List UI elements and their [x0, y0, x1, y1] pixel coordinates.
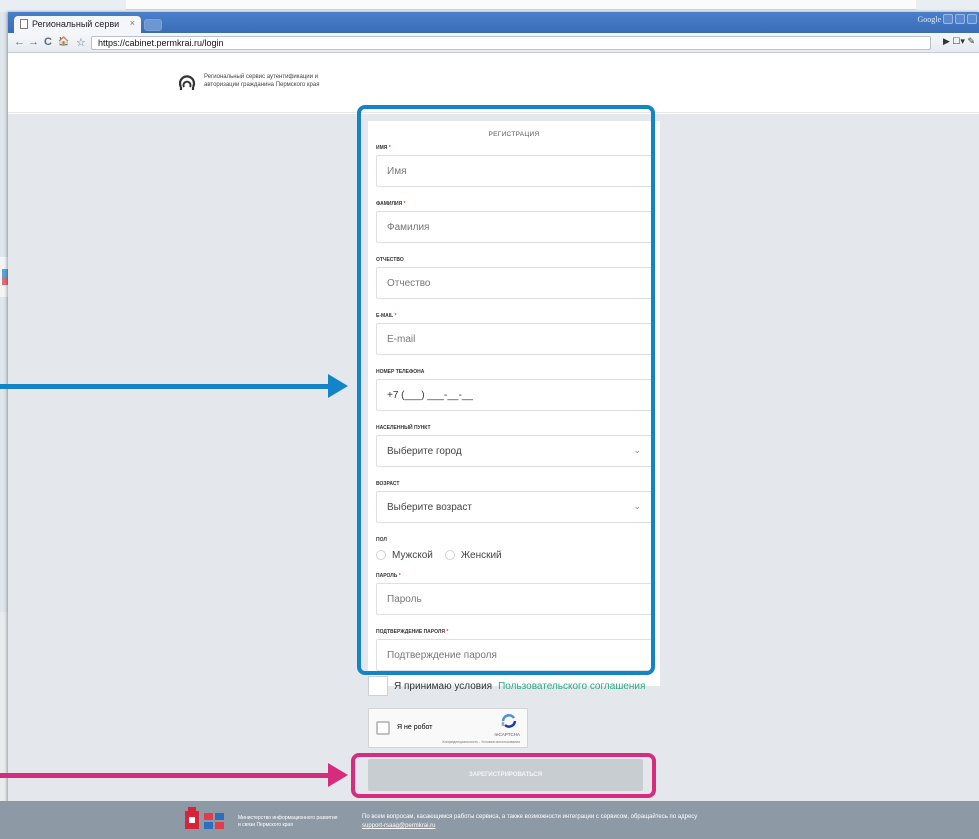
- minimize-button[interactable]: [943, 14, 953, 24]
- gender-label: ПОЛ: [376, 537, 387, 543]
- email-input[interactable]: E-mail: [376, 323, 652, 355]
- agreement-row: Я принимаю условия Пользовательского сог…: [368, 676, 645, 696]
- browser-toolbar: ← → C 🏠 ☆ https://cabinet.permkrai.ru/lo…: [8, 33, 979, 53]
- desktop-background-top: [0, 0, 979, 12]
- first-name-label: ИМЯ *: [376, 145, 391, 151]
- background-window-edge: [126, 0, 916, 10]
- city-label: НАСЕЛЕННЫЙ ПУНКТ: [376, 425, 431, 431]
- service-logo-icon[interactable]: [178, 71, 196, 91]
- recaptcha-widget: Я не робот reCAPTCHA Конфиденциальность …: [368, 708, 528, 748]
- ministry-name: Министерство информационного развития и …: [238, 815, 338, 828]
- close-window-button[interactable]: [967, 14, 977, 24]
- password-label: ПАРОЛЬ *: [376, 573, 401, 579]
- gender-female-label[interactable]: Женский: [461, 550, 502, 561]
- agreement-text: Я принимаю условия: [394, 680, 493, 692]
- last-name-label: ФАМИЛИЯ *: [376, 201, 406, 207]
- city-select[interactable]: Выберите город ⌄: [376, 435, 652, 467]
- city-select-value: Выберите город: [387, 446, 462, 457]
- tab-close-icon[interactable]: ×: [130, 18, 135, 28]
- user-agreement-link[interactable]: Пользовательского соглашения: [498, 681, 645, 692]
- confirm-password-label: ПОДТВЕРЖДЕНИЕ ПАРОЛЯ *: [376, 629, 449, 635]
- agreement-checkbox[interactable]: [368, 676, 388, 696]
- age-select-value: Выберите возраст: [387, 502, 472, 513]
- submit-pointer-arrow: [0, 763, 348, 787]
- age-select[interactable]: Выберите возраст ⌄: [376, 491, 652, 523]
- chevron-down-icon: ⌄: [633, 445, 641, 455]
- maximize-button[interactable]: [955, 14, 965, 24]
- phone-input[interactable]: +7 (___) ___-__-__: [376, 379, 652, 411]
- recaptcha-logo-icon: [501, 714, 517, 728]
- first-name-input[interactable]: Имя: [376, 155, 652, 187]
- email-label: E-MAIL *: [376, 313, 397, 319]
- recaptcha-terms[interactable]: Конфиденциальность - Условия использован…: [443, 740, 520, 744]
- password-input[interactable]: Пароль: [376, 583, 652, 615]
- site-footer: Министерство информационного развития и …: [0, 801, 979, 839]
- gender-radio-group: Мужской Женский: [368, 547, 660, 563]
- gender-male-label[interactable]: Мужской: [392, 550, 433, 561]
- patronymic-input[interactable]: Отчество: [376, 267, 652, 299]
- forward-icon[interactable]: →: [28, 36, 39, 48]
- address-bar[interactable]: https://cabinet.permkrai.ru/login: [91, 36, 931, 50]
- reload-icon[interactable]: C: [44, 36, 52, 48]
- home-icon[interactable]: 🏠: [58, 36, 69, 47]
- support-email-link[interactable]: support-rsaag@permkrai.ru: [362, 823, 435, 829]
- site-header: Региональный сервис аутентификации и авт…: [8, 53, 979, 113]
- browser-titlebar: Региональный серви × Google: [8, 12, 979, 33]
- logo-text: Региональный сервис аутентификации и авт…: [204, 74, 320, 88]
- form-pointer-arrow: [0, 374, 348, 398]
- register-button[interactable]: ЗАРЕГИСТРИРОВАТЬСЯ: [368, 759, 643, 791]
- bookmark-star-icon[interactable]: ☆: [76, 36, 86, 49]
- back-icon[interactable]: ←: [14, 36, 25, 48]
- browser-tab[interactable]: Региональный серви ×: [14, 16, 141, 33]
- last-name-input[interactable]: Фамилия: [376, 211, 652, 243]
- recaptcha-brand: reCAPTCHA: [494, 732, 520, 737]
- google-label: Google: [917, 15, 941, 24]
- confirm-password-input[interactable]: Подтверждение пароля: [376, 639, 652, 671]
- recaptcha-checkbox[interactable]: [376, 721, 390, 735]
- footer-info-text: По всем вопросам, касающимся работы серв…: [362, 814, 698, 820]
- phone-label: НОМЕР ТЕЛЕФОНА: [376, 369, 425, 375]
- ministry-logo-icon: [185, 807, 224, 829]
- toolbar-right-icons[interactable]: ▶ ☐▾ ✎: [943, 36, 975, 47]
- form-title: РЕГИСТРАЦИЯ: [488, 131, 540, 138]
- gender-male-radio[interactable]: [376, 550, 386, 560]
- age-label: ВОЗРАСТ: [376, 481, 400, 487]
- tab-title: Региональный серви: [32, 19, 120, 29]
- recaptcha-label: Я не робот: [397, 724, 433, 731]
- window-controls: [943, 14, 977, 24]
- registration-form: РЕГИСТРАЦИЯ ИМЯ * Имя ФАМИЛИЯ * Фамилия …: [368, 121, 660, 686]
- page-icon: [20, 19, 28, 29]
- gender-female-radio[interactable]: [444, 550, 455, 560]
- chevron-down-icon: ⌄: [633, 501, 641, 511]
- patronymic-label: ОТЧЕСТВО: [376, 257, 404, 263]
- new-tab-button[interactable]: [144, 19, 162, 31]
